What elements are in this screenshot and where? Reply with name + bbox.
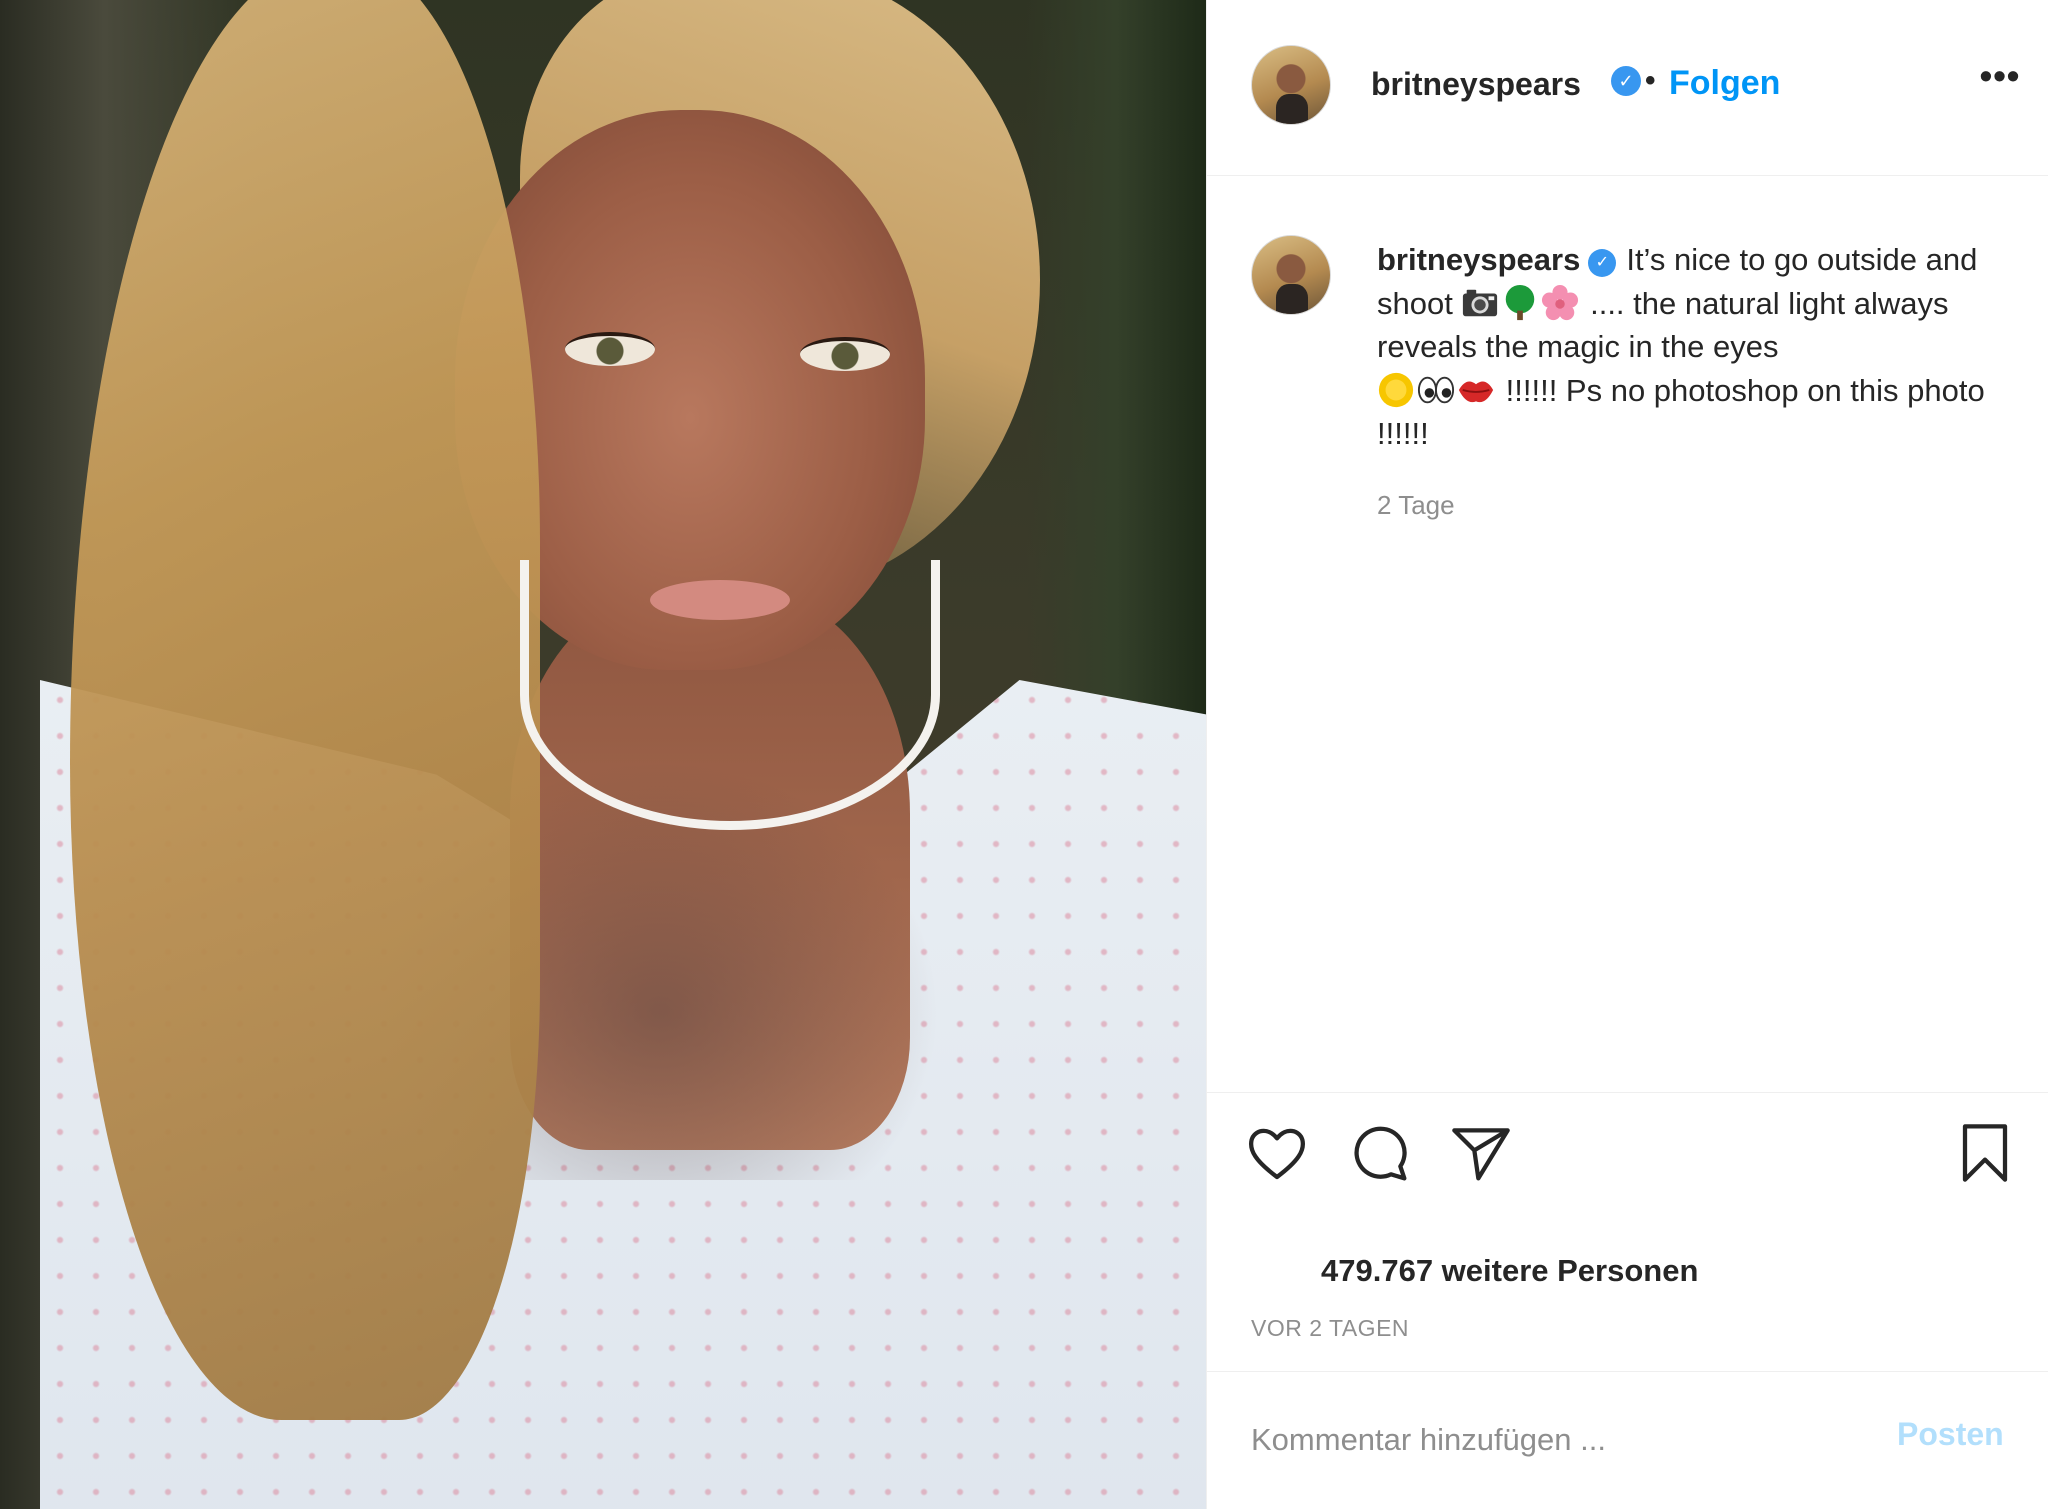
caption-section: britneyspears ✓ It’s nice to go outside an… xyxy=(1207,176,2048,1092)
post-header: britneyspears ✓ • Folgen ••• xyxy=(1207,0,2048,176)
photo-eye-left xyxy=(565,332,655,366)
lips-icon xyxy=(1458,381,1494,402)
photo-background-foliage-right xyxy=(1026,0,1206,760)
tree-icon xyxy=(1506,284,1535,320)
author-avatar[interactable] xyxy=(1251,45,1331,125)
share-icon[interactable] xyxy=(1449,1121,1513,1185)
likes-count[interactable]: 479.767 weitere Personen xyxy=(1321,1253,1698,1289)
post-timestamp[interactable]: VOR 2 TAGEN xyxy=(1251,1315,1409,1342)
comment-icon[interactable] xyxy=(1347,1121,1411,1185)
eyes-icon xyxy=(1417,376,1455,403)
photo-hair-left xyxy=(70,0,540,1420)
caption-author-avatar[interactable] xyxy=(1251,235,1331,315)
heart-icon[interactable] xyxy=(1245,1121,1309,1185)
camera-icon xyxy=(1463,289,1498,316)
verified-badge-icon: ✓ xyxy=(1588,249,1617,277)
bookmark-icon[interactable] xyxy=(1953,1121,2017,1185)
post-actions-bar xyxy=(1207,1092,2048,1212)
photo-necklace xyxy=(520,560,940,830)
comment-bar: Posten xyxy=(1207,1371,2048,1509)
more-options-icon[interactable]: ••• xyxy=(1975,58,2025,106)
verified-badge-icon: ✓ xyxy=(1611,66,1641,96)
caption-username[interactable]: britneyspears xyxy=(1377,242,1580,277)
photo-eye-right xyxy=(800,337,890,371)
sun-icon xyxy=(1378,372,1414,407)
caption-text: britneyspears ✓ It’s nice to go outside an… xyxy=(1377,238,1997,456)
separator-dot: • xyxy=(1645,64,1656,97)
post-photo[interactable] xyxy=(0,0,1206,1509)
comment-input[interactable] xyxy=(1251,1410,1871,1470)
blossom-icon xyxy=(1542,284,1579,320)
post-comment-button[interactable]: Posten xyxy=(1897,1416,2004,1453)
caption-age[interactable]: 2 Tage xyxy=(1377,490,1455,521)
author-username[interactable]: britneyspears xyxy=(1371,66,1581,103)
follow-button[interactable]: Folgen xyxy=(1669,64,1780,103)
post-detail-panel: britneyspears ✓ • Folgen ••• britneyspea… xyxy=(1206,0,2048,1509)
